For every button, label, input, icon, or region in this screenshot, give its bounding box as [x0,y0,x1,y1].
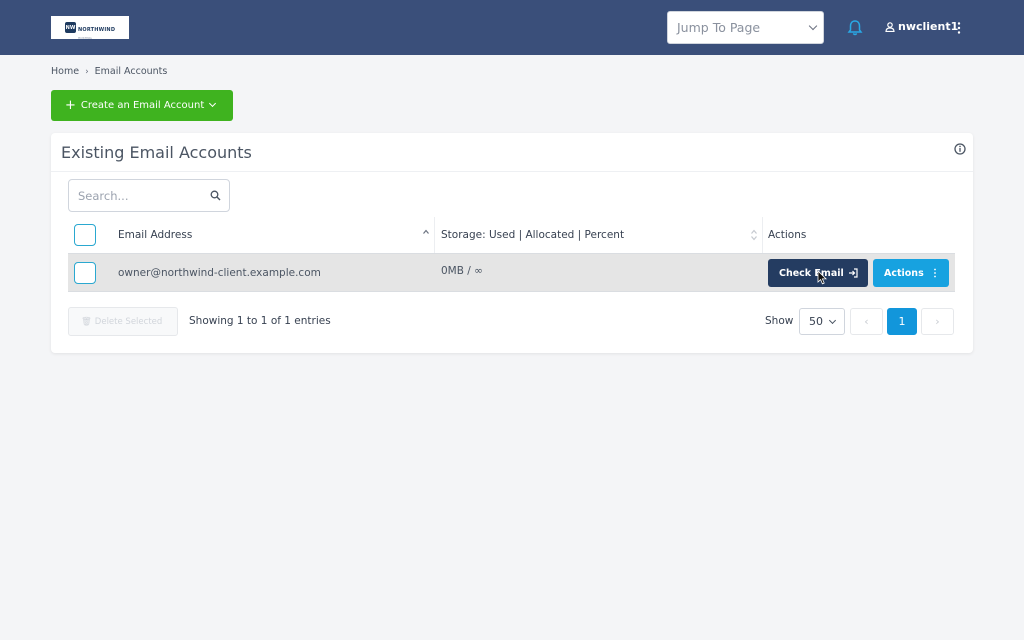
row-email: owner@northwind-client.example.com [118,266,321,279]
sort-icon[interactable] [423,229,429,241]
create-email-account-label: Create an Email Account [80,100,205,111]
column-divider [762,217,763,253]
user-icon [885,21,895,32]
chevron-down-icon [208,99,217,108]
mouse-cursor-icon [817,270,827,285]
logo-brand: NORTHWIND [78,26,116,33]
per-page-value: 50 [809,315,823,328]
plus-icon: + [65,98,76,113]
logo-mark: NW [65,22,76,33]
search-placeholder: Search... [78,188,129,203]
pagination-previous[interactable]: ‹ [850,308,883,335]
user-menu[interactable]: nwclient1 [885,20,958,33]
page-number: 1 [898,315,906,328]
chevron-down-icon [828,316,837,325]
breadcrumb-current: Email Accounts [94,66,168,77]
table-header: Email Address Storage: Used | Allocated … [68,217,955,253]
pagination-next[interactable]: › [921,308,954,335]
row-storage: 0MB / ∞ [441,264,483,277]
create-email-account-button[interactable]: + Create an Email Account [51,90,233,121]
column-header-actions: Actions [768,229,807,241]
column-header-email[interactable]: Email Address [118,217,192,253]
select-all-cell [74,217,96,253]
username: nwclient1 [898,20,959,33]
delete-selected-button[interactable]: 🗑 Delete Selected [68,307,178,336]
column-header-storage[interactable]: Storage: Used | Allocated | Percent [441,217,624,253]
top-navigation-bar: NW NORTHWIND HOSTING Jump To Page nwclie… [0,0,1024,55]
select-all-checkbox[interactable] [74,224,96,246]
email-accounts-panel: Existing Email Accounts Search... Email … [51,133,973,353]
company-logo[interactable]: NW NORTHWIND HOSTING [51,16,129,40]
breadcrumb: Home › Email Accounts [51,66,167,77]
pagination-page-1[interactable]: 1 [887,308,917,335]
info-icon[interactable] [954,143,966,155]
chevron-right-icon: › [935,315,940,328]
jump-to-page-placeholder: Jump To Page [677,20,761,35]
jump-to-page-select[interactable]: Jump To Page [667,11,824,44]
check-email-label: Check Email [779,267,844,279]
sort-icon[interactable] [751,229,757,241]
vertical-dots-icon [934,268,936,278]
column-divider [434,217,435,253]
chevron-right-icon: › [85,66,89,77]
chevron-down-icon [808,21,818,31]
showing-entries-text: Showing 1 to 1 of 1 entries [189,315,331,327]
search-input[interactable]: Search... [68,179,230,212]
logo-text-group: NORTHWIND HOSTING [78,16,115,40]
actions-button[interactable]: Actions [873,259,949,287]
panel-divider [51,171,973,172]
panel-title: Existing Email Accounts [61,143,252,162]
search-icon [210,190,221,201]
actions-label: Actions [884,267,924,279]
entries-per-page-select[interactable]: 50 [799,308,845,335]
breadcrumb-home[interactable]: Home [51,66,79,77]
row-select-cell [74,254,96,291]
bell-icon[interactable] [847,19,863,37]
show-label: Show [765,315,794,327]
delete-selected-label: Delete Selected [94,316,163,327]
sign-in-icon [849,268,858,278]
trash-icon: 🗑 [81,316,92,327]
row-select-checkbox[interactable] [74,261,96,284]
logo-subtitle: HOSTING [78,35,92,40]
kebab-icon[interactable] [955,21,963,35]
chevron-left-icon: ‹ [864,315,869,328]
